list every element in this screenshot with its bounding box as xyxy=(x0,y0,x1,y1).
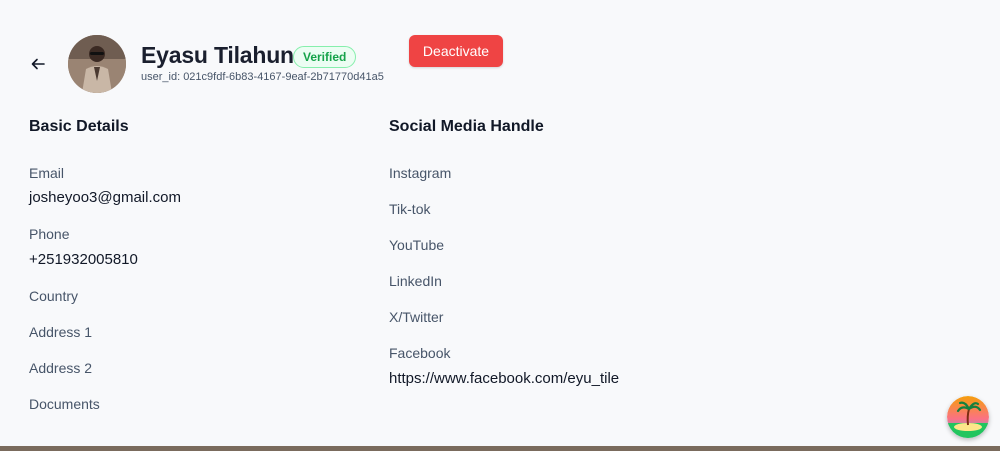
assistant-floating-button[interactable] xyxy=(947,396,989,438)
address1-label: Address 1 xyxy=(29,324,93,340)
avatar xyxy=(68,35,126,93)
social-media-title: Social Media Handle xyxy=(389,118,544,135)
arrow-left-icon xyxy=(31,58,45,70)
email-label: Email xyxy=(29,165,65,181)
linkedin-label: LinkedIn xyxy=(389,273,442,289)
phone-value: +251932005810 xyxy=(29,251,138,268)
user-id: user_id: 021c9fdf-6b83-4167-9eaf-2b71770… xyxy=(141,71,384,83)
user-detail-card: Eyasu Tilahun Verified user_id: 021c9fdf… xyxy=(0,0,1000,446)
back-button[interactable] xyxy=(28,54,48,74)
deactivate-button[interactable]: Deactivate xyxy=(409,35,503,67)
youtube-label: YouTube xyxy=(389,237,445,253)
phone-label: Phone xyxy=(29,226,70,242)
beach-island-icon xyxy=(947,396,989,438)
country-label: Country xyxy=(29,288,79,304)
instagram-label: Instagram xyxy=(389,165,452,181)
tiktok-label: Tik-tok xyxy=(389,201,431,217)
bottom-edge-bar xyxy=(0,446,1000,451)
twitter-label: X/Twitter xyxy=(389,309,444,325)
email-value: josheyoo3@gmail.com xyxy=(29,189,181,206)
facebook-label: Facebook xyxy=(389,345,451,361)
verified-status-badge: Verified xyxy=(293,46,357,68)
address2-label: Address 2 xyxy=(29,360,93,376)
facebook-value[interactable]: https://www.facebook.com/eyu_tile xyxy=(389,370,619,387)
basic-details-title: Basic Details xyxy=(29,118,129,135)
documents-label: Documents xyxy=(29,396,100,412)
user-name: Eyasu Tilahun xyxy=(141,42,294,68)
